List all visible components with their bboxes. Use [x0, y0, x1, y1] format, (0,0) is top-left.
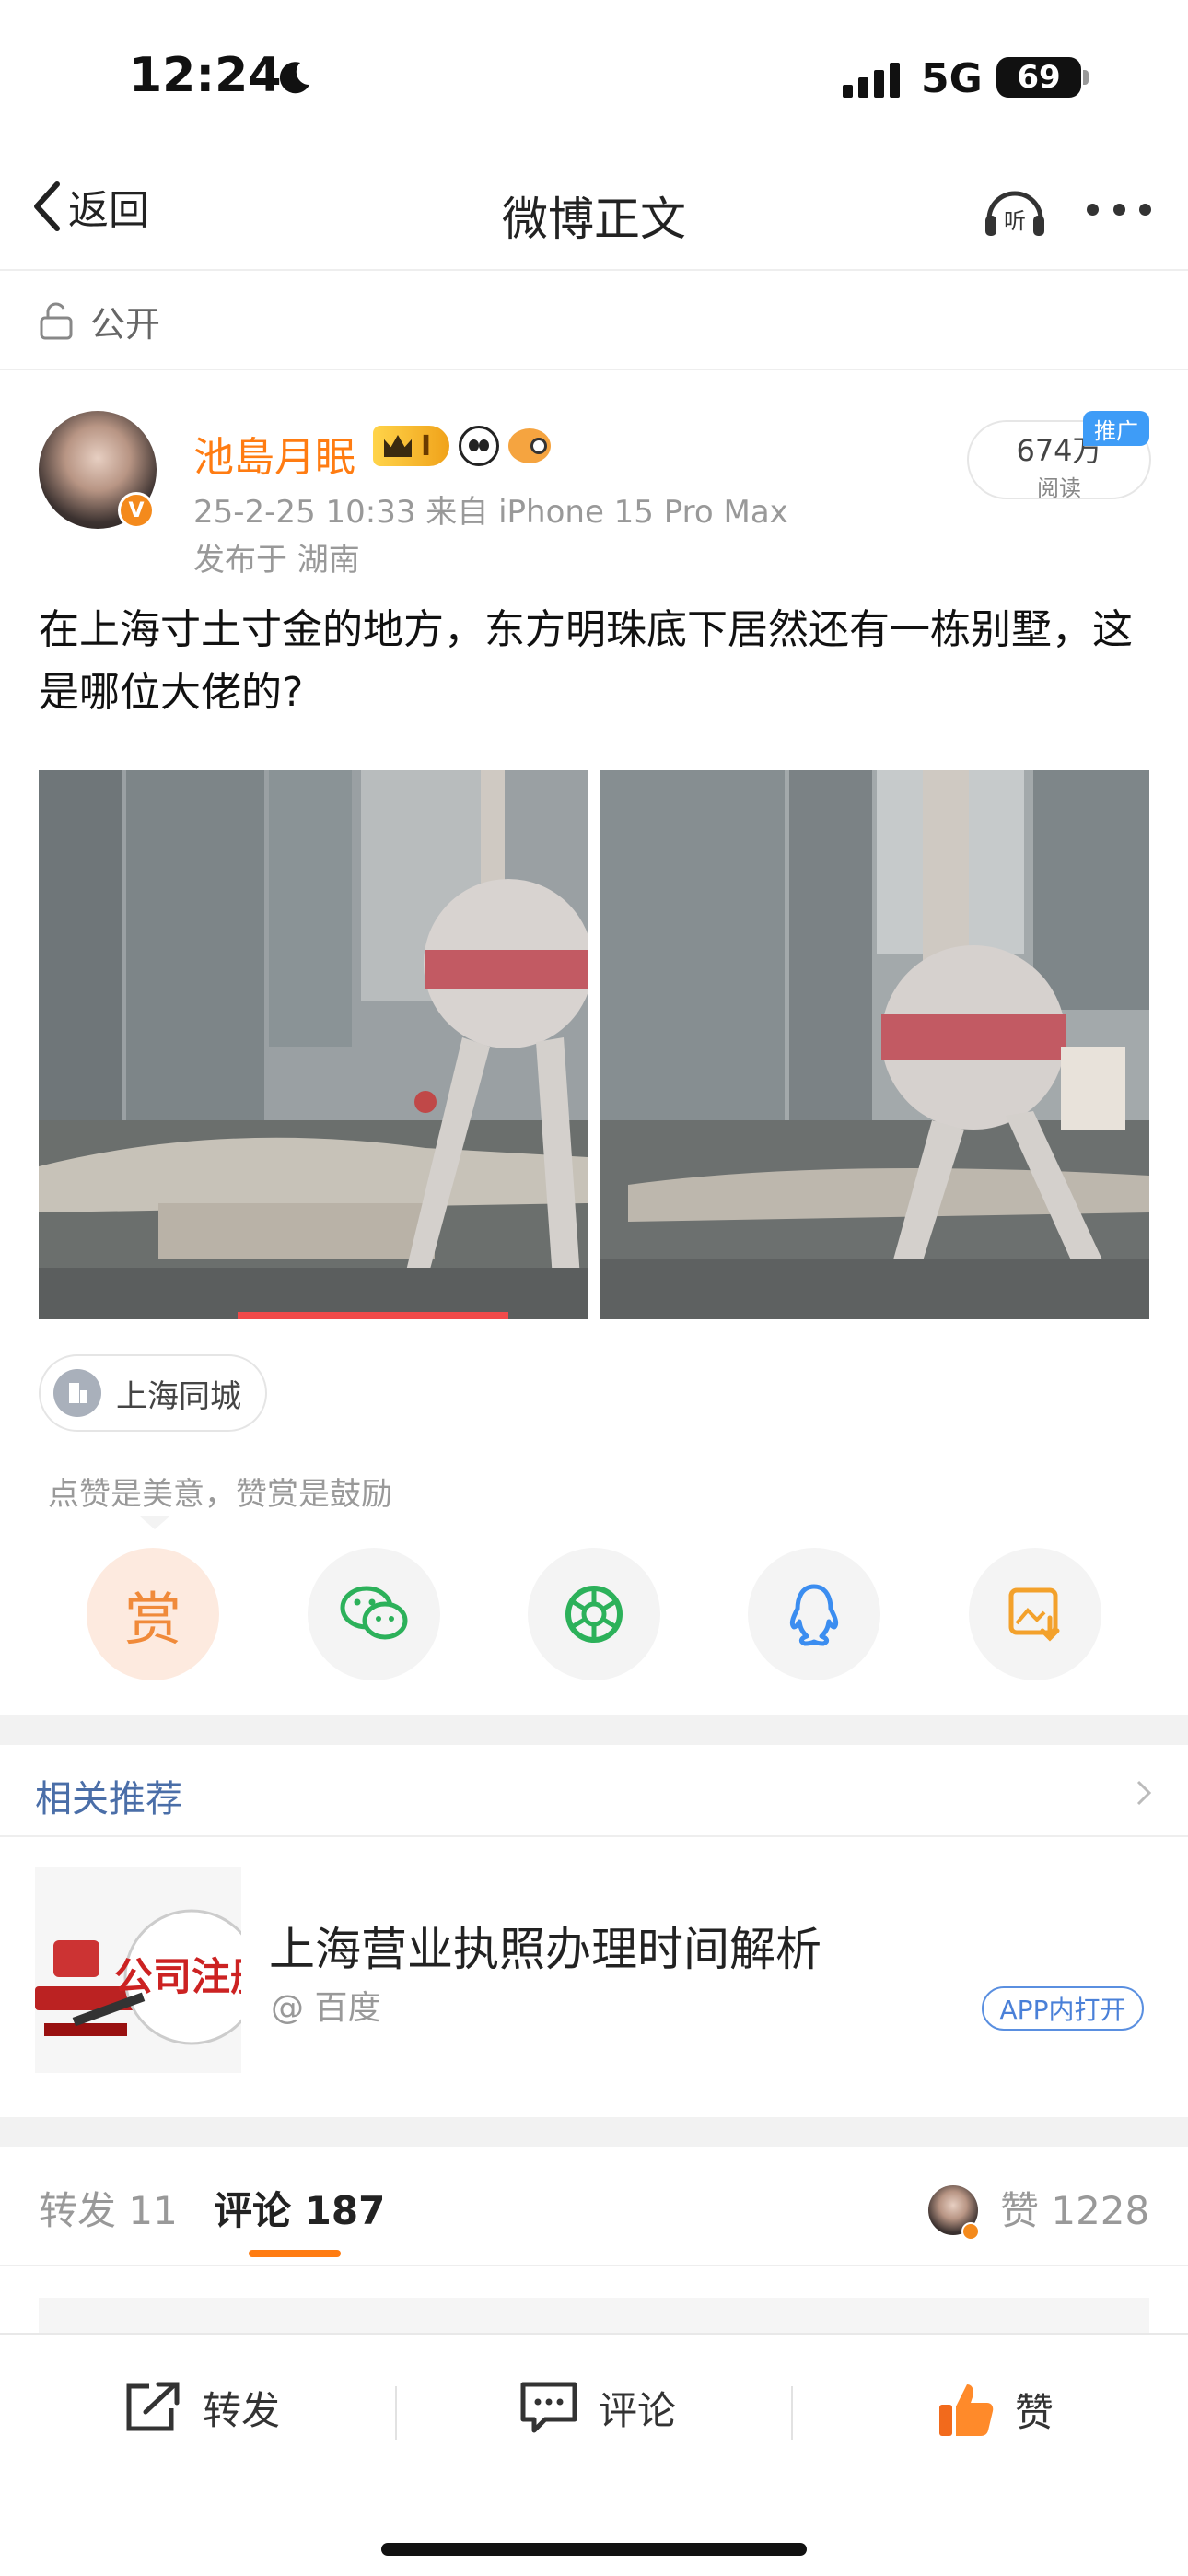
- like-button[interactable]: 赞: [936, 2379, 1054, 2440]
- post-image-2[interactable]: [600, 770, 1149, 1319]
- unlock-icon: [40, 302, 73, 340]
- related-thumbnail[interactable]: 公司注册: [35, 1867, 241, 2073]
- nav-bar: 返回 微博正文 听: [0, 157, 1188, 271]
- battery-icon: 69: [996, 57, 1081, 98]
- reward-button[interactable]: 赏: [87, 1548, 219, 1680]
- thumbs-up-icon: [939, 2384, 994, 2436]
- cellular-signal-icon: [843, 61, 900, 98]
- like-label: 赞: [1015, 2389, 1054, 2435]
- comment-button[interactable]: 评论: [518, 2379, 676, 2436]
- panda-icon: [459, 426, 500, 466]
- user-badges: I: [373, 426, 552, 466]
- home-indicator[interactable]: [381, 2543, 807, 2556]
- battery-level: 69: [1017, 59, 1061, 96]
- post-location: 发布于 湖南: [193, 542, 360, 579]
- section-divider: [0, 2117, 1188, 2147]
- building-icon: [53, 1369, 101, 1417]
- bar-divider: [791, 2386, 793, 2440]
- battery-cap: [1083, 70, 1089, 85]
- comment-label: 评论: [599, 2387, 677, 2433]
- listen-headphones-icon[interactable]: 听: [980, 177, 1050, 247]
- post-image-1[interactable]: [39, 770, 588, 1319]
- share-qq-button[interactable]: [748, 1548, 880, 1680]
- related-header[interactable]: 相关推荐: [0, 1745, 1188, 1837]
- read-label: 阅读: [1037, 475, 1081, 501]
- comment-bubble-icon: [520, 2382, 577, 2433]
- engagement-tabs: 转发 11 评论 187 赞 1228: [0, 2147, 1188, 2266]
- repost-button[interactable]: 转发: [122, 2379, 280, 2436]
- member-level: I: [421, 429, 432, 463]
- reward-tip: 点赞是美意，赞赏是鼓励: [48, 1476, 392, 1513]
- image-progress-indicator: [238, 1312, 508, 1319]
- promote-tag[interactable]: 推广: [1083, 411, 1149, 446]
- privacy-label: 公开: [90, 303, 161, 345]
- status-bar: 12:24 5G 69: [0, 0, 1188, 157]
- save-image-button[interactable]: [969, 1548, 1101, 1680]
- share-wechat-button[interactable]: [308, 1548, 440, 1680]
- reward-label: 赏: [123, 1586, 181, 1653]
- related-source: @ 百度: [271, 1989, 381, 2027]
- company-registration-image: 公司注册: [35, 1867, 241, 2073]
- related-title: 相关推荐: [35, 1778, 182, 1821]
- save-image-icon: [1008, 1587, 1060, 1642]
- crown-icon: [384, 435, 412, 457]
- author-name[interactable]: 池島月眠: [193, 424, 355, 483]
- related-headline[interactable]: 上海营业执照办理时间解析: [269, 1913, 821, 1979]
- chevron-right-icon: [1136, 1780, 1152, 1806]
- qq-icon: [789, 1584, 839, 1646]
- wechat-icon: [340, 1586, 408, 1640]
- network-type: 5G: [921, 55, 983, 102]
- tip-pointer: [140, 1516, 169, 1529]
- bar-divider: [395, 2386, 397, 2440]
- member-level-badge[interactable]: I: [373, 426, 450, 466]
- more-options-button[interactable]: [1087, 195, 1151, 223]
- comment-placeholder: [39, 2298, 1149, 2335]
- oriental-pearl-tower-photo: [600, 770, 1149, 1319]
- liker-verified-badge: [961, 2222, 980, 2241]
- location-tag-label: 上海同城: [116, 1377, 241, 1415]
- post-timestamp-source: 25-2-25 10:33 来自 iPhone 15 Pro Max: [193, 494, 788, 531]
- post-text: 在上海寸土寸金的地方，东方明珠底下居然还有一栋别墅，这是哪位大佬的?: [39, 606, 1133, 716]
- tab-reposts[interactable]: 转发 11: [39, 2180, 178, 2236]
- moments-icon: [565, 1586, 623, 1643]
- privacy-row: 公开: [0, 273, 1188, 370]
- bottom-action-bar: 转发 评论 赞: [0, 2333, 1188, 2576]
- section-divider: [0, 1715, 1188, 1745]
- thumbnail-text: 公司注册: [114, 1954, 241, 1999]
- share-moments-button[interactable]: [528, 1548, 660, 1680]
- oriental-pearl-tower-photo: [39, 770, 588, 1319]
- tab-likes[interactable]: 赞 1228: [1000, 2180, 1149, 2236]
- fish-icon: [508, 428, 552, 463]
- tab-comments[interactable]: 评论 187: [214, 2180, 385, 2236]
- repost-label: 转发: [203, 2387, 281, 2433]
- active-tab-indicator: [249, 2250, 341, 2257]
- open-in-app-button[interactable]: APP内打开: [982, 1986, 1144, 2031]
- verified-badge: V: [118, 492, 155, 529]
- moon-icon: [279, 62, 309, 94]
- status-time: 12:24: [129, 48, 282, 103]
- share-arrow-icon: [126, 2382, 180, 2431]
- location-tag[interactable]: 上海同城: [39, 1354, 267, 1432]
- listen-label: 听: [1004, 208, 1026, 234]
